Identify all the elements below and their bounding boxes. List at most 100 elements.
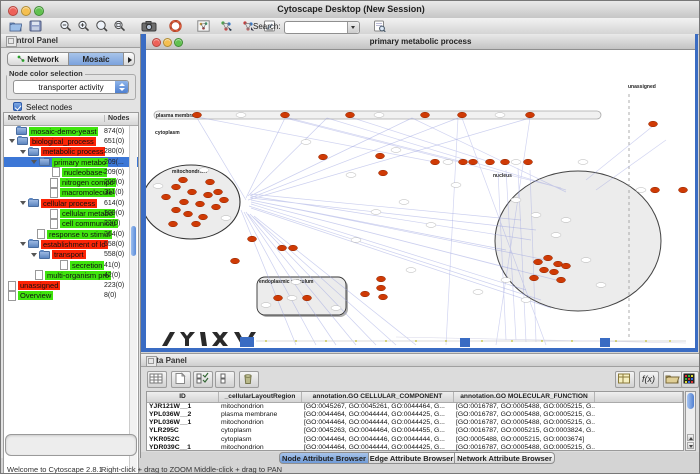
tab-network[interactable]: Network <box>7 52 69 66</box>
tab-mosaic[interactable]: Mosaic <box>68 52 124 66</box>
tree-row[interactable]: cellular metabo209(0) <box>4 208 138 218</box>
app-title-bar[interactable]: Cytoscape Desktop (New Session) <box>1 1 700 19</box>
col-header-molecular[interactable]: annotation.GO MOLECULAR_FUNCTION <box>454 392 595 402</box>
folder-icon <box>16 127 27 135</box>
col-header-region[interactable]: _cellularLayoutRegion <box>219 392 302 402</box>
tab-edge-attribute-browser[interactable]: Edge Attribute Browser <box>368 452 455 464</box>
tree-row[interactable]: mosaic-demo-yeast874(0) <box>4 126 138 136</box>
scroll-up-icon[interactable] <box>687 434 694 441</box>
tree-row[interactable]: biological_process651(0) <box>4 136 138 146</box>
tree-row[interactable]: metabolic process280(0) <box>4 147 138 157</box>
control-panel: Control Panel Network Mosaic Node color … <box>1 34 141 458</box>
tree-row[interactable]: nucleobase-209(0) <box>4 167 138 177</box>
scroll-down-icon[interactable] <box>687 442 694 449</box>
tree-row[interactable]: transport558(0) <box>4 250 138 260</box>
cytoscape-app-window: Cytoscape Desktop (New Session) Search: … <box>0 0 700 474</box>
attribute-table-header[interactable]: ID _cellularLayoutRegion annotation.GO C… <box>147 392 683 403</box>
tree-row[interactable]: secretion41(0) <box>4 260 138 270</box>
delete-attribute-icon[interactable] <box>239 371 259 388</box>
network-edit-icon[interactable] <box>219 20 234 32</box>
status-zoom-hint: Right-click + drag to ZOOM <box>101 465 192 474</box>
tree-row[interactable]: establishment of lo558(0) <box>4 239 138 249</box>
import-attributes-icon[interactable] <box>663 371 683 388</box>
tab-node-attribute-browser[interactable]: Node Attribute Browser <box>279 452 369 464</box>
function-builder-icon[interactable]: f(x) <box>639 371 659 388</box>
disclosure-triangle-icon[interactable] <box>31 160 37 164</box>
document-icon <box>50 209 58 219</box>
disclosure-triangle-icon[interactable] <box>20 150 26 154</box>
table-row[interactable]: YPL036W__2 plasma membrane [GO:0044464, … <box>147 411 683 419</box>
search-advanced-icon[interactable] <box>373 20 386 32</box>
table-scrollbar[interactable] <box>685 391 696 451</box>
cell-region: cytoplasm <box>219 436 302 444</box>
attribute-table-icon[interactable] <box>615 371 635 388</box>
network-overview-icon[interactable] <box>197 20 210 32</box>
document-icon <box>50 188 58 198</box>
tree-row[interactable]: cell communicat22(0) <box>4 219 138 229</box>
tab-label: Network Attribute Browser <box>457 454 552 463</box>
nucleus-region[interactable] <box>495 171 661 311</box>
tree-row-selected[interactable]: primary metabo209(... <box>4 157 138 167</box>
tree-row[interactable]: macromolecule311(0) <box>4 188 138 198</box>
document-icon <box>8 281 16 291</box>
folder-icon <box>39 158 50 166</box>
table-row[interactable]: YPL036W__1 mitochondrion [GO:0044464, GO… <box>147 419 683 427</box>
document-icon <box>60 260 68 270</box>
table-row[interactable]: YJR121W__1 mitochondrion [GO:0045267, GO… <box>147 403 683 411</box>
cell-id: YJR121W__1 <box>147 403 219 411</box>
snapshot-icon[interactable] <box>141 20 157 32</box>
tree-scrollbar[interactable] <box>129 126 137 472</box>
new-attribute-icon[interactable] <box>171 371 191 388</box>
tree-row[interactable]: multi-organism pro42(0) <box>4 270 138 280</box>
zoom-out-icon[interactable] <box>59 20 72 32</box>
tree-row[interactable]: Overview8(0) <box>4 291 138 301</box>
zoom-fit-icon[interactable] <box>113 20 126 32</box>
cell-molecular: [GO:0016787, GO:0005215, GO:0003824, G..… <box>454 427 595 435</box>
search-dropdown-button[interactable] <box>347 22 359 33</box>
cell-region: mitochondrion <box>219 403 302 411</box>
select-attributes-icon[interactable] <box>193 371 213 388</box>
main-toolbar: Search: <box>1 18 700 35</box>
matrix-icon[interactable] <box>681 371 699 388</box>
network-canvas[interactable]: plasma membrane cytoplasm mitochondrion … <box>146 50 695 348</box>
tree-item-label: establishment of lo <box>41 240 108 249</box>
attribute-grid-icon[interactable] <box>147 371 167 388</box>
node-color-dropdown[interactable]: transporter activity <box>13 80 129 94</box>
table-scrollbar-thumb[interactable] <box>687 393 694 409</box>
search-input[interactable] <box>284 21 360 34</box>
col-header-cellular[interactable]: annotation.GO CELLULAR_COMPONENT <box>302 392 454 402</box>
tree-row[interactable]: response to stimul264(0) <box>4 229 138 239</box>
tree-header[interactable]: Network Nodes <box>4 113 138 126</box>
tree-row[interactable]: nitrogen compo209(0) <box>4 177 138 187</box>
data-panel: Data Panel f(x) <box>141 353 700 452</box>
status-bar: Welcome to Cytoscape 2.8.1 Right-click +… <box>1 464 700 474</box>
tab-network-attribute-browser[interactable]: Network Attribute Browser <box>454 452 555 464</box>
disclosure-triangle-icon[interactable] <box>31 253 37 257</box>
zoom-region-icon[interactable] <box>95 20 108 32</box>
zoom-in-icon[interactable] <box>77 20 90 32</box>
table-row[interactable]: YLR295C cytoplasm [GO:0045263, GO:004446… <box>147 427 683 435</box>
float-panel-icon[interactable] <box>6 36 17 47</box>
float-panel-icon[interactable] <box>146 356 157 367</box>
help-icon[interactable] <box>169 20 182 32</box>
select-nodes-checkbox[interactable] <box>13 102 22 111</box>
tree-row[interactable]: cellular process614(0) <box>4 198 138 208</box>
unselect-attributes-icon[interactable] <box>215 371 235 388</box>
open-icon[interactable] <box>9 20 22 32</box>
cell-id: YPL036W__2 <box>147 411 219 419</box>
document-icon <box>50 219 58 229</box>
network-window-title-bar[interactable]: primary metabolic process <box>146 34 695 50</box>
save-icon[interactable] <box>29 20 42 32</box>
disclosure-triangle-icon[interactable] <box>20 201 26 205</box>
tree-row[interactable]: unassigned223(0) <box>4 280 138 290</box>
tree-scrollbar-thumb[interactable] <box>131 226 136 256</box>
disclosure-triangle-icon[interactable] <box>9 139 15 143</box>
cell-molecular: [GO:0005488, GO:0005215, GO:0003674] <box>454 436 595 444</box>
dropdown-stepper-icon <box>115 81 128 93</box>
folder-icon <box>28 199 39 207</box>
table-row[interactable]: YKR052C cytoplasm [GO:0044464, GO:004444… <box>147 436 683 444</box>
cell-region: plasma membrane <box>219 411 302 419</box>
disclosure-triangle-icon[interactable] <box>20 242 26 246</box>
col-header-id[interactable]: ID <box>147 392 219 402</box>
tab-overflow-button[interactable] <box>123 52 135 66</box>
